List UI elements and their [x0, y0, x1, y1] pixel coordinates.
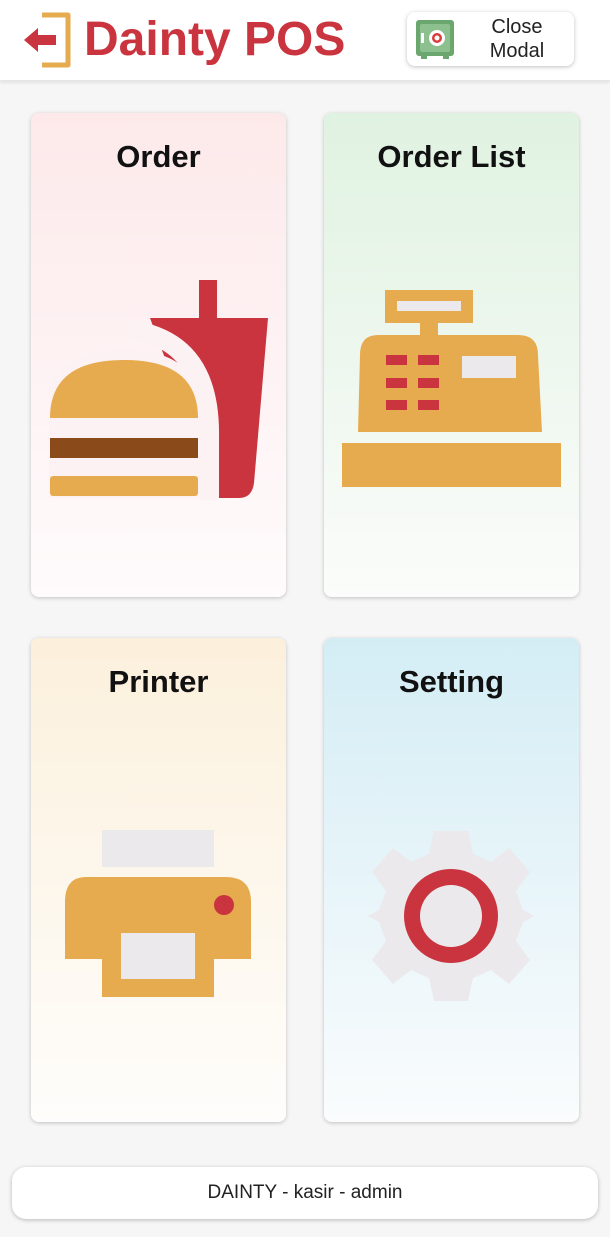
menu-card-printer[interactable]: Printer: [31, 638, 286, 1122]
app-title: Dainty POS: [84, 13, 346, 66]
card-title-setting: Setting: [398, 664, 505, 699]
burger-drink-icon: [49, 280, 268, 500]
logout-button[interactable]: [22, 12, 74, 68]
card-title-order-list: Order List: [377, 139, 526, 174]
footer-status-text: DAINTY - kasir - admin: [207, 1182, 403, 1203]
close-modal-label-line1: Close: [491, 16, 543, 38]
card-title-order: Order: [116, 139, 201, 174]
logout-arrow-icon: [24, 12, 71, 68]
menu-card-setting[interactable]: Setting: [324, 638, 579, 1122]
cash-register-icon: [342, 290, 561, 487]
close-modal-label: Close Modal: [467, 15, 567, 63]
printer-icon: [65, 830, 251, 997]
menu-card-order[interactable]: Order: [31, 113, 286, 597]
gear-icon: [368, 831, 534, 1001]
close-modal-button[interactable]: Close Modal: [407, 12, 574, 66]
menu-card-order-list[interactable]: Order List: [324, 113, 579, 597]
status-footer: DAINTY - kasir - admin: [12, 1167, 598, 1219]
card-title-printer: Printer: [108, 664, 209, 699]
close-modal-label-line2: Modal: [489, 40, 545, 62]
safe-icon: [416, 20, 454, 59]
app-header: Dainty POS Close Modal: [0, 0, 610, 81]
